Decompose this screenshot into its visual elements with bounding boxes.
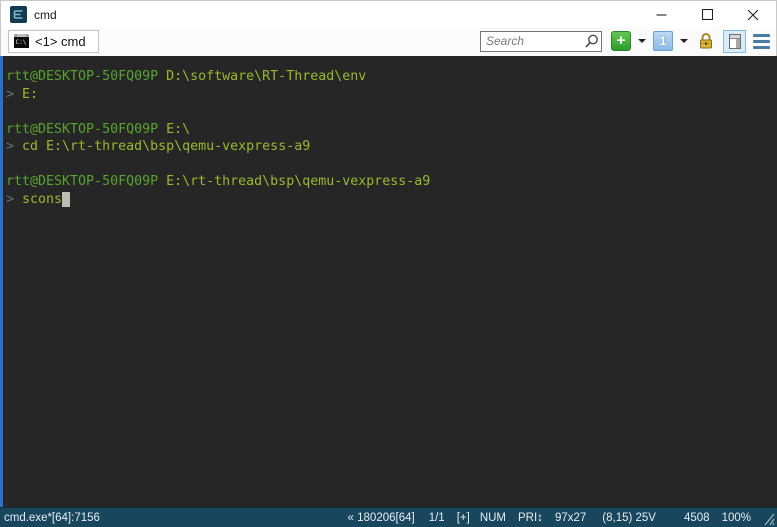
conemu-window: cmd C:\ <1> cmd [0, 0, 777, 527]
status-segment[interactable]: PRI↕ [518, 512, 543, 524]
tab-bar: C:\ <1> cmd + 1 [0, 28, 777, 56]
terminal-output: rtt@DESKTOP-50FQ09P D:\software\RT-Threa… [0, 56, 777, 208]
active-console-button[interactable]: 1 [653, 31, 673, 51]
search-box [480, 31, 602, 52]
close-button[interactable] [730, 1, 776, 28]
toolbar-controls: + 1 [611, 30, 770, 53]
console-number: 1 [660, 34, 667, 48]
status-bar: cmd.exe*[64]:7156 « 180206[64] 1/1 [+] NUM P… [0, 507, 777, 527]
status-segment[interactable]: 4508 [684, 512, 710, 524]
terminal-line: > cd E:\rt-thread\bsp\qemu-vexpress-a9 [6, 138, 769, 156]
terminal-span-prompt: > [6, 139, 22, 154]
terminal-span-path: E:\rt-thread\bsp\qemu-vexpress-a9 [166, 174, 430, 189]
terminal-span-host: rtt@DESKTOP-50FQ09P [6, 122, 166, 137]
lock-icon [697, 32, 715, 50]
terminal-span-host: rtt@DESKTOP-50FQ09P [6, 174, 166, 189]
status-segment[interactable]: [+] [457, 512, 470, 524]
hamburger-icon [753, 34, 770, 37]
scroll-indicator[interactable] [0, 56, 3, 507]
maximize-button[interactable] [684, 1, 730, 28]
terminal-span-cursor [62, 192, 70, 207]
main-menu-button[interactable] [753, 34, 770, 49]
console-list-dropdown-icon[interactable] [680, 39, 688, 43]
terminal-area[interactable]: rtt@DESKTOP-50FQ09P D:\software\RT-Threa… [0, 56, 777, 507]
status-segment[interactable]: 100% [722, 512, 751, 524]
new-console-dropdown-icon[interactable] [638, 39, 646, 43]
terminal-line [6, 156, 769, 174]
scroll-freeze-toggle-button[interactable] [723, 30, 746, 53]
status-segment[interactable]: « 180206[64] [348, 512, 415, 524]
minimize-button[interactable] [638, 1, 684, 28]
search-icon[interactable] [583, 33, 600, 50]
terminal-line: > scons [6, 191, 769, 209]
resize-grip[interactable] [761, 510, 775, 526]
terminal-span-host: rtt@DESKTOP-50FQ09P [6, 69, 166, 84]
lock-button[interactable] [695, 31, 716, 52]
cmd-console-icon: C:\ [14, 34, 29, 48]
terminal-line: rtt@DESKTOP-50FQ09P E:\rt-thread\bsp\qem… [6, 173, 769, 191]
status-segment[interactable]: (8,15) 25V [602, 512, 656, 524]
close-icon [747, 9, 759, 21]
status-segment[interactable]: 97x27 [555, 512, 586, 524]
plus-icon: + [617, 33, 626, 48]
terminal-span-prompt: > [6, 87, 22, 102]
status-segments: « 180206[64] 1/1 [+] NUM PRI↕ 97x27 (8,15) 25V… [336, 512, 751, 524]
titlebar[interactable]: cmd [0, 0, 777, 28]
terminal-span-cmd: E: [22, 87, 38, 102]
terminal-span-path: D:\software\RT-Thread\env [166, 69, 366, 84]
terminal-line: rtt@DESKTOP-50FQ09P E:\ [6, 121, 769, 139]
terminal-span-prompt: > [6, 192, 22, 207]
conemu-app-icon [10, 6, 27, 23]
tab-cmd[interactable]: C:\ <1> cmd [8, 30, 99, 53]
terminal-line: > E: [6, 86, 769, 104]
svg-text:C:\: C:\ [16, 39, 27, 46]
new-console-button[interactable]: + [611, 31, 631, 51]
tab-label: <1> cmd [35, 34, 86, 49]
terminal-span-cmd: scons [22, 192, 62, 207]
terminal-line: rtt@DESKTOP-50FQ09P D:\software\RT-Threa… [6, 68, 769, 86]
status-process: cmd.exe*[64]:7156 [4, 512, 100, 524]
status-segment[interactable]: 1/1 [429, 512, 445, 524]
panel-icon [729, 34, 741, 49]
minimize-icon [656, 9, 667, 20]
terminal-span-path: E:\ [166, 122, 190, 137]
terminal-span-cmd: cd E:\rt-thread\bsp\qemu-vexpress-a9 [22, 139, 310, 154]
maximize-icon [702, 9, 713, 20]
window-title: cmd [34, 8, 57, 22]
terminal-line [6, 103, 769, 121]
status-segment[interactable]: NUM [480, 512, 506, 524]
